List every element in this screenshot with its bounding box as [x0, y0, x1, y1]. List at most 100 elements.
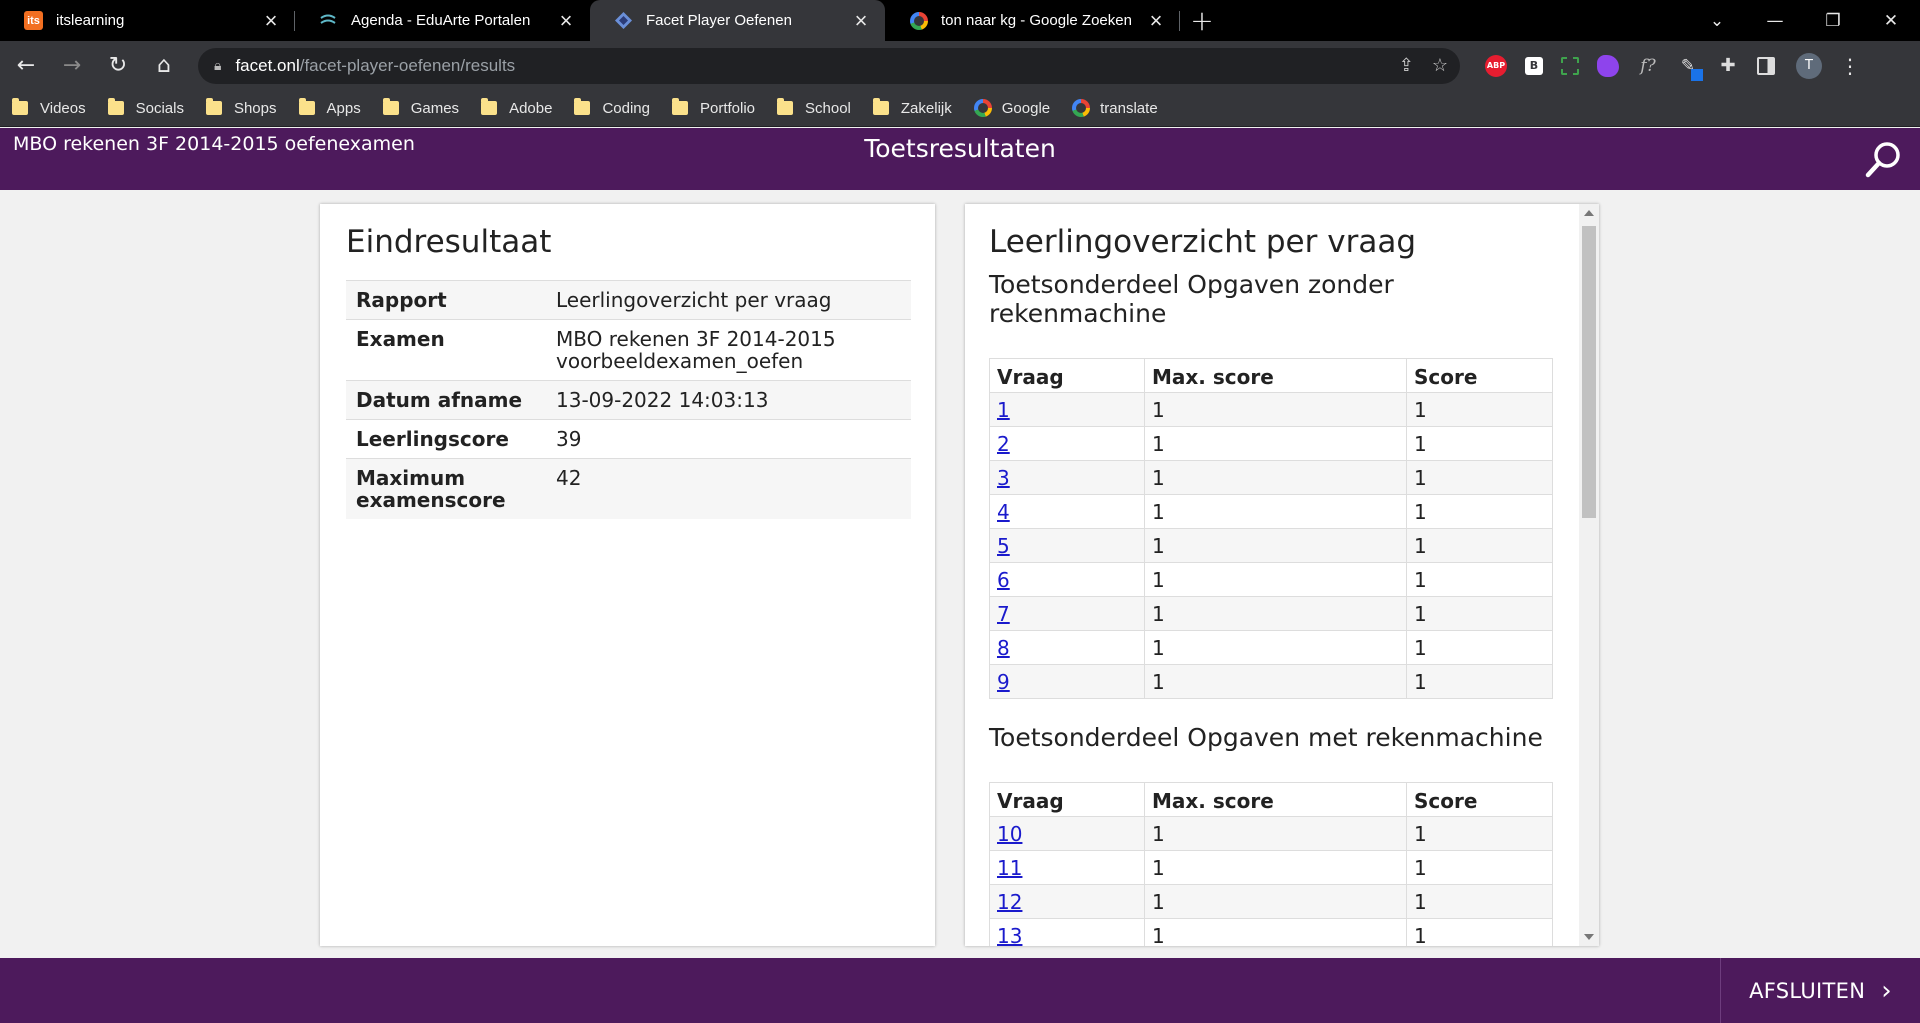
bookmark-apps[interactable]: Apps: [298, 98, 361, 117]
table-header-row: Vraag Max. score Score: [989, 358, 1553, 393]
bookmark-shops[interactable]: Shops: [205, 98, 277, 117]
folder-icon: [671, 98, 688, 115]
side-panel-icon[interactable]: [1757, 56, 1775, 75]
max-score-cell: 1: [1144, 664, 1407, 699]
table-row: 13 1 1: [989, 918, 1553, 947]
profile-avatar[interactable]: T: [1796, 52, 1822, 79]
question-link[interactable]: 4: [997, 500, 1010, 524]
table-row: 9 11: [989, 664, 1553, 699]
search-icon[interactable]: [1864, 140, 1904, 180]
extensions-puzzle-icon[interactable]: ✚: [1717, 55, 1739, 77]
column-header: Vraag: [989, 782, 1145, 817]
question-link[interactable]: 10: [997, 822, 1022, 846]
chevron-right-icon: ›: [1881, 975, 1892, 1006]
scrollbar-thumb[interactable]: [1582, 226, 1596, 518]
folder-icon: [107, 98, 124, 115]
close-window-button[interactable]: ✕: [1862, 0, 1920, 41]
new-tab-button[interactable]: +: [1180, 0, 1224, 41]
formula-extension-icon[interactable]: f?: [1637, 55, 1659, 77]
table-row: 12 1 1: [989, 884, 1553, 919]
score-cell: 1: [1406, 392, 1553, 427]
table-row: 4 11: [989, 494, 1553, 529]
folder-icon: [205, 98, 222, 115]
adblock-extension-icon[interactable]: ABP: [1485, 54, 1507, 77]
tab-eduarte[interactable]: Agenda - EduArte Portalen ×: [295, 0, 590, 41]
pen-extension-icon[interactable]: ✎: [1677, 55, 1703, 81]
b-extension-icon[interactable]: B: [1525, 56, 1543, 75]
close-tab-icon[interactable]: ×: [556, 9, 576, 31]
eduarte-favicon-icon: [319, 11, 338, 30]
scrollbar[interactable]: [1579, 204, 1599, 946]
bookmark-adobe[interactable]: Adobe: [481, 98, 552, 117]
table-row: Maximum examenscore 42: [346, 458, 911, 519]
close-tab-icon[interactable]: ×: [261, 9, 281, 31]
bookmark-zakelijk[interactable]: Zakelijk: [872, 98, 952, 117]
question-link[interactable]: 6: [997, 568, 1010, 592]
bookmarks-bar: Videos Socials Shops Apps Games Adobe Co…: [0, 90, 1920, 127]
scroll-down-icon[interactable]: [1584, 934, 1594, 940]
minimize-button[interactable]: —: [1746, 0, 1804, 41]
browser-toolbar: ← → ↻ ⌂ 🔒︎ facet.onl/facet-player-oefene…: [0, 41, 1920, 90]
folder-icon: [872, 98, 889, 115]
tab-facet-player[interactable]: Facet Player Oefenen ×: [590, 0, 885, 41]
question-link[interactable]: 1: [997, 398, 1010, 422]
scroll-up-icon[interactable]: [1584, 210, 1594, 216]
question-link[interactable]: 8: [997, 636, 1010, 660]
share-icon[interactable]: ⇪: [1399, 55, 1414, 76]
max-score-cell: 1: [1144, 426, 1407, 461]
bookmark-google[interactable]: Google: [973, 99, 1050, 117]
back-button[interactable]: ←: [6, 46, 46, 86]
tab-google-search[interactable]: ton naar kg - Google Zoeken ×: [885, 0, 1180, 41]
restore-button[interactable]: ❐: [1804, 0, 1862, 41]
tab-itslearning[interactable]: its itslearning ×: [0, 0, 295, 41]
score-cell: 1: [1406, 528, 1553, 563]
home-button[interactable]: ⌂: [144, 46, 184, 86]
question-link[interactable]: 12: [997, 890, 1022, 914]
overview-title: Leerlingoverzicht per vraag: [989, 224, 1416, 260]
final-result-title: Eindresultaat: [346, 224, 552, 260]
bookmark-star-icon[interactable]: ☆: [1432, 55, 1448, 76]
purple-extension-icon[interactable]: [1597, 54, 1619, 77]
browser-menu-icon[interactable]: ⋮: [1840, 54, 1860, 78]
google-icon: [1072, 99, 1091, 117]
column-header: Vraag: [989, 358, 1145, 393]
lock-icon[interactable]: 🔒︎: [214, 57, 221, 74]
question-link[interactable]: 5: [997, 534, 1010, 558]
close-button[interactable]: AFSLUITEN ›: [1720, 958, 1920, 1023]
table-row: 2 11: [989, 426, 1553, 461]
question-link[interactable]: 7: [997, 602, 1010, 626]
column-header: Max. score: [1144, 358, 1407, 393]
screenshot-extension-icon[interactable]: [1561, 56, 1579, 75]
bookmark-school[interactable]: School: [777, 98, 851, 117]
bookmark-coding[interactable]: Coding: [574, 98, 650, 117]
bookmark-socials[interactable]: Socials: [107, 98, 184, 117]
extensions-area: ABP B f? ✎ ✚: [1476, 54, 1784, 81]
score-cell: 1: [1406, 426, 1553, 461]
bookmark-translate[interactable]: translate: [1072, 99, 1158, 117]
url-host: facet.onl: [235, 55, 300, 75]
table-header-row: Vraag Max. score Score: [989, 782, 1553, 817]
question-link[interactable]: 13: [997, 924, 1022, 947]
question-link[interactable]: 9: [997, 670, 1010, 694]
question-link[interactable]: 2: [997, 432, 1010, 456]
address-bar[interactable]: 🔒︎ facet.onl/facet-player-oefenen/result…: [198, 47, 1460, 84]
bookmark-videos[interactable]: Videos: [12, 98, 86, 117]
question-link[interactable]: 3: [997, 466, 1010, 490]
close-tab-icon[interactable]: ×: [1146, 9, 1166, 31]
max-score-cell: 1: [1144, 528, 1407, 563]
close-tab-icon[interactable]: ×: [851, 9, 871, 31]
column-header: Score: [1406, 358, 1553, 393]
reload-button[interactable]: ↻: [98, 46, 138, 86]
score-cell: 1: [1406, 630, 1553, 665]
question-link[interactable]: 11: [997, 856, 1022, 880]
max-score-cell: 1: [1144, 562, 1407, 597]
table-row: Datum afname 13-09-2022 14:03:13: [346, 380, 911, 420]
tab-title: itslearning: [56, 12, 125, 29]
max-score-cell: 1: [1144, 460, 1407, 495]
max-score-cell: 1: [1144, 918, 1407, 946]
forward-button[interactable]: →: [52, 46, 92, 86]
google-favicon-icon: [909, 11, 928, 30]
tab-search-chevron-icon[interactable]: ⌄: [1688, 0, 1746, 41]
bookmark-games[interactable]: Games: [382, 98, 459, 117]
bookmark-portfolio[interactable]: Portfolio: [671, 98, 755, 117]
